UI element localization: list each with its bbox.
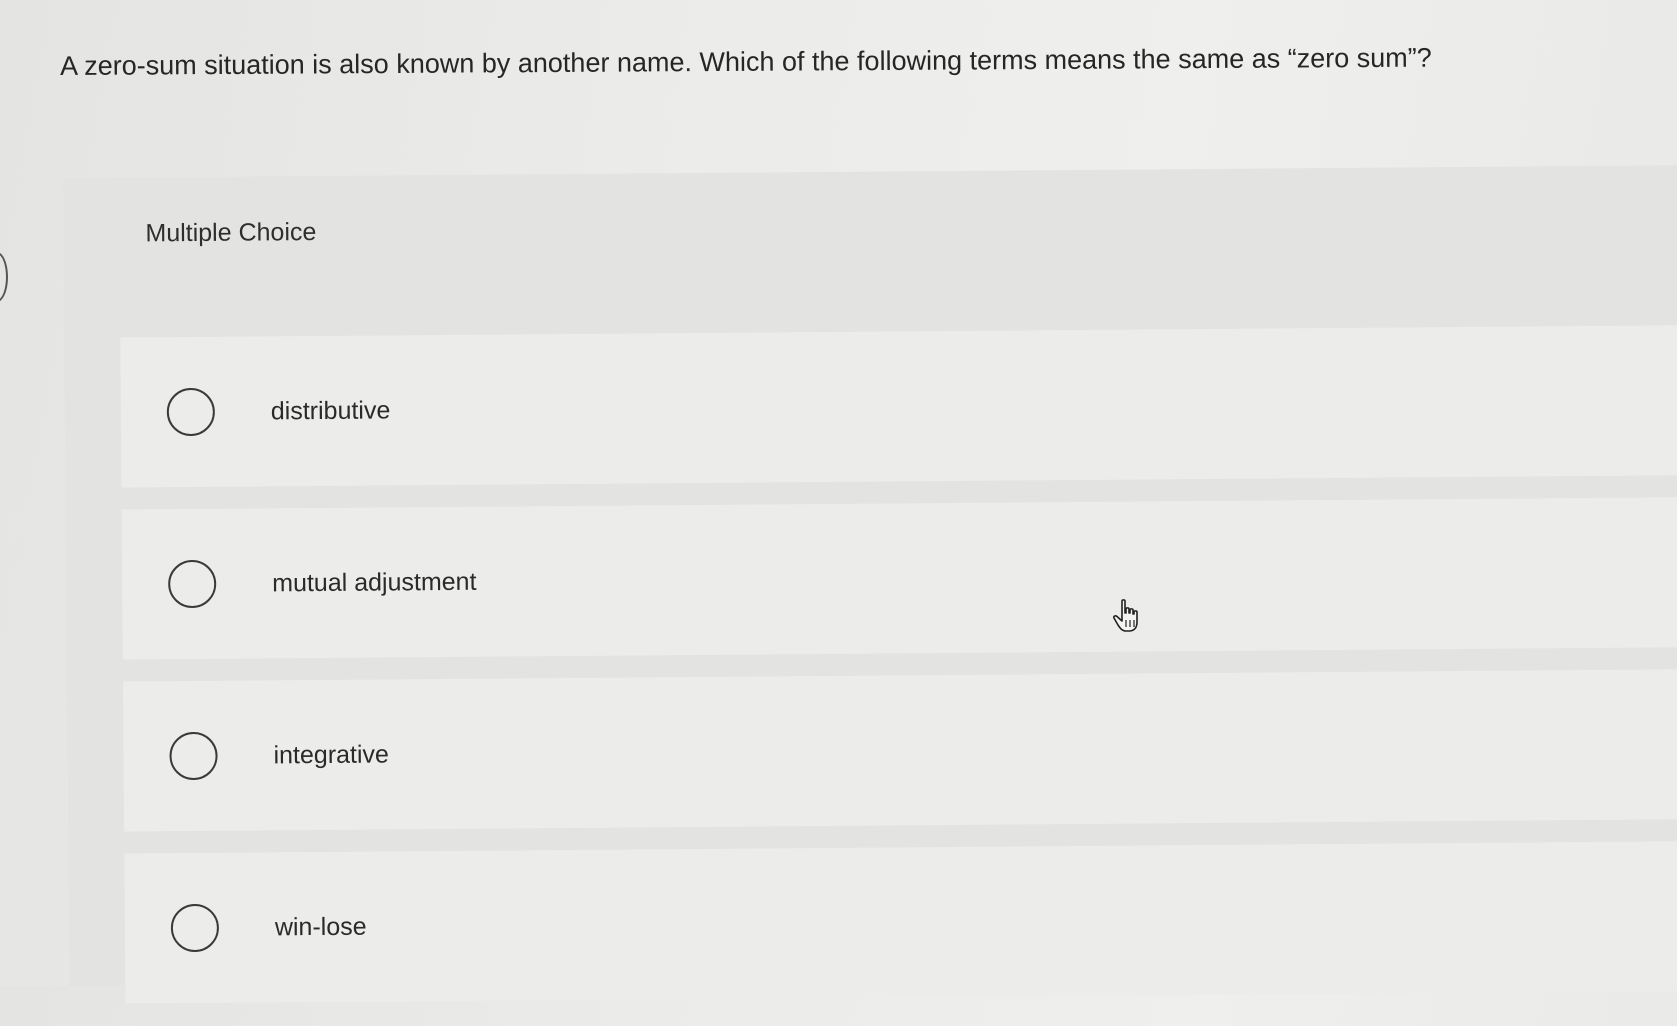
answer-options: distributive mutual adjustment integrati… xyxy=(120,325,1677,1025)
answer-option-win-lose[interactable]: win-lose xyxy=(124,841,1677,1004)
question-prompt: A zero-sum situation is also known by an… xyxy=(60,42,1432,81)
answer-option-integrative[interactable]: integrative xyxy=(122,669,1677,832)
radio-button[interactable] xyxy=(166,387,216,437)
screen-edge-artifact xyxy=(0,252,8,302)
answer-option-distributive[interactable]: distributive xyxy=(120,325,1677,488)
answer-option-label: distributive xyxy=(270,395,391,425)
radio-button[interactable] xyxy=(169,731,218,781)
radio-button[interactable] xyxy=(170,903,220,953)
answer-option-mutual-adjustment[interactable]: mutual adjustment xyxy=(121,497,1677,660)
radio-button[interactable] xyxy=(168,559,217,609)
answer-option-label: win-lose xyxy=(274,912,367,941)
hand-pointer-icon xyxy=(1112,599,1138,632)
answer-option-label: integrative xyxy=(273,739,390,769)
question-type-label: Multiple Choice xyxy=(145,218,317,248)
multiple-choice-panel: Multiple Choice distributive mutual adju… xyxy=(63,165,1677,1004)
answer-option-label: mutual adjustment xyxy=(272,567,477,597)
